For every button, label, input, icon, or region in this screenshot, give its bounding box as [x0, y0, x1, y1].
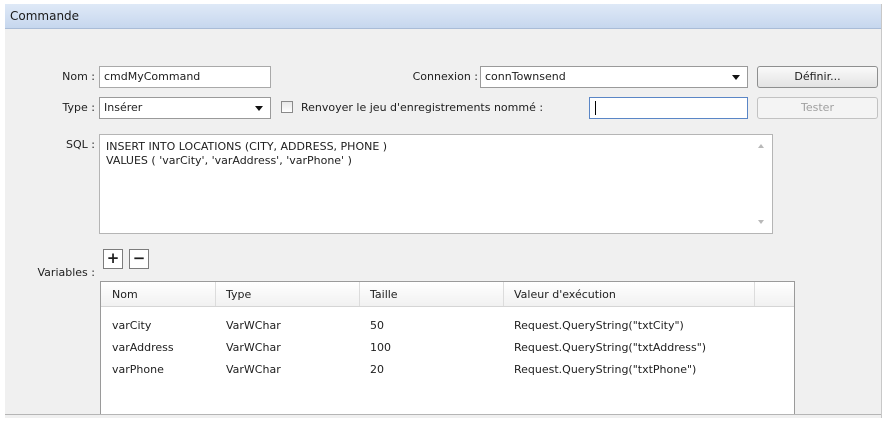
chevron-down-icon — [732, 75, 740, 80]
remove-variable-button[interactable]: − — [129, 249, 149, 269]
name-input[interactable]: cmdMyCommand — [99, 66, 271, 88]
column-header-name[interactable]: Nom — [112, 288, 138, 301]
cell-type: VarWChar — [226, 319, 281, 332]
table-header: Nom Type Taille Valeur d'exécution — [101, 282, 794, 307]
table-row[interactable]: varCity VarWChar 50 Request.QueryString(… — [101, 315, 794, 337]
cell-size: 50 — [370, 319, 384, 332]
scroll-down-icon[interactable] — [758, 220, 764, 224]
type-selected-value: Insérer — [104, 101, 143, 114]
cell-type: VarWChar — [226, 363, 281, 376]
dialog-bottom-divider — [5, 414, 881, 415]
column-header-type[interactable]: Type — [226, 288, 251, 301]
cell-size: 20 — [370, 363, 384, 376]
cell-size: 100 — [370, 341, 391, 354]
column-divider[interactable] — [359, 282, 360, 306]
table-row[interactable]: varAddress VarWChar 100 Request.QueryStr… — [101, 337, 794, 359]
command-dialog: Commande Nom : cmdMyCommand Connexion : … — [5, 4, 882, 418]
connection-label: Connexion : — [412, 70, 478, 83]
define-button[interactable]: Définir... — [757, 66, 878, 88]
column-divider[interactable] — [503, 282, 504, 306]
connection-selected-value: connTownsend — [485, 70, 566, 83]
chevron-down-icon — [255, 106, 263, 111]
sql-label: SQL : — [66, 138, 95, 151]
cell-name: varCity — [112, 319, 152, 332]
type-label: Type : — [62, 101, 95, 114]
return-recordset-input[interactable] — [589, 97, 748, 119]
text-cursor — [595, 101, 596, 115]
scroll-up-icon[interactable] — [758, 144, 764, 148]
cell-runtime-value: Request.QueryString("txtCity") — [514, 319, 684, 332]
cell-runtime-value: Request.QueryString("txtAddress") — [514, 341, 707, 354]
cell-runtime-value: Request.QueryString("txtPhone") — [514, 363, 697, 376]
return-recordset-label: Renvoyer le jeu d'enregistrements nommé … — [301, 101, 544, 114]
add-variable-button[interactable]: + — [103, 249, 123, 269]
cell-type: VarWChar — [226, 341, 281, 354]
column-header-runtime-value[interactable]: Valeur d'exécution — [514, 288, 616, 301]
dialog-title: Commande — [10, 9, 80, 23]
column-header-size[interactable]: Taille — [370, 288, 398, 301]
sql-line-2: VALUES ( 'varCity', 'varAddress', 'varPh… — [106, 154, 352, 167]
sql-textarea[interactable]: INSERT INTO LOCATIONS (CITY, ADDRESS, PH… — [99, 134, 773, 234]
column-divider[interactable] — [215, 282, 216, 306]
dialog-titlebar: Commande — [5, 4, 881, 29]
variables-label: Variables : — [37, 266, 95, 279]
sql-line-1: INSERT INTO LOCATIONS (CITY, ADDRESS, PH… — [106, 140, 388, 153]
type-select[interactable]: Insérer — [99, 97, 271, 119]
test-button[interactable]: Tester — [757, 97, 878, 119]
connection-select[interactable]: connTownsend — [480, 66, 748, 88]
cell-name: varPhone — [112, 363, 164, 376]
column-divider[interactable] — [754, 282, 755, 306]
name-label: Nom : — [62, 70, 95, 83]
cell-name: varAddress — [112, 341, 174, 354]
return-recordset-checkbox[interactable] — [281, 101, 293, 113]
variables-table: Nom Type Taille Valeur d'exécution varCi… — [100, 281, 795, 415]
table-row[interactable]: varPhone VarWChar 20 Request.QueryString… — [101, 359, 794, 381]
